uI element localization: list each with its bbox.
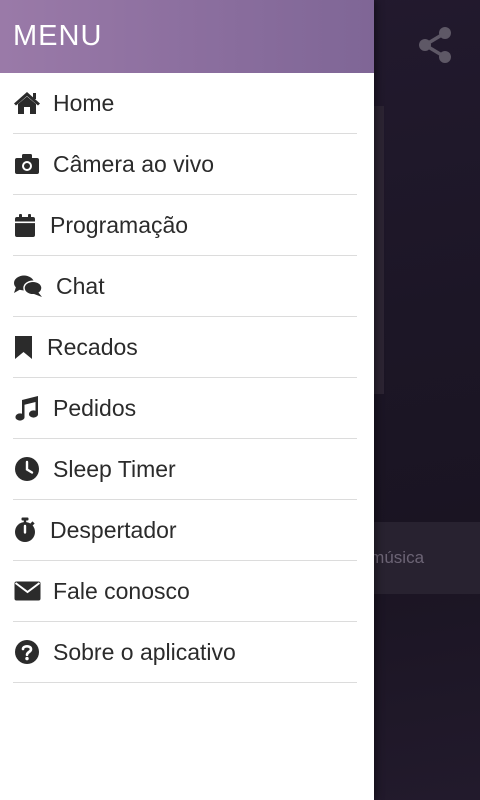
drawer-title: MENU — [13, 20, 103, 52]
share-icon — [418, 26, 452, 69]
bookmark-icon — [13, 333, 33, 361]
share-button[interactable] — [414, 26, 456, 68]
question-icon — [13, 638, 41, 666]
menu-list: Home Câmera ao vivo Programação Chat Rec… — [0, 73, 374, 683]
menu-item-label: Sobre o aplicativo — [53, 638, 236, 665]
menu-item-camera[interactable]: Câmera ao vivo — [13, 134, 357, 195]
background-panel — [374, 106, 384, 394]
calendar-icon — [13, 211, 37, 239]
menu-item-about[interactable]: Sobre o aplicativo — [13, 622, 357, 683]
menu-item-label: Chat — [56, 272, 105, 299]
menu-item-label: Pedidos — [53, 394, 137, 421]
background-song-strip: a música — [374, 522, 480, 594]
menu-item-alarm[interactable]: Despertador — [13, 500, 357, 561]
clock-icon — [13, 455, 41, 483]
chat-icon — [13, 272, 43, 300]
home-icon — [13, 89, 41, 117]
menu-item-sleep-timer[interactable]: Sleep Timer — [13, 439, 357, 500]
drawer-header: MENU — [0, 0, 374, 73]
menu-item-label: Fale conosco — [53, 577, 190, 604]
menu-item-label: Despertador — [50, 516, 177, 543]
menu-item-label: Programação — [50, 211, 189, 238]
menu-item-label: Sleep Timer — [53, 455, 176, 482]
menu-item-label: Home — [53, 89, 115, 116]
app-screen: a música MENU Home — [0, 0, 480, 800]
menu-item-contact[interactable]: Fale conosco — [13, 561, 357, 622]
menu-item-chat[interactable]: Chat — [13, 256, 357, 317]
menu-item-home[interactable]: Home — [13, 73, 357, 134]
stopwatch-icon — [13, 516, 37, 544]
music-icon — [13, 394, 41, 422]
camera-icon — [13, 150, 41, 178]
navigation-drawer: MENU Home Câmera ao vivo Programação Cha… — [0, 0, 374, 800]
menu-item-messages[interactable]: Recados — [13, 317, 357, 378]
menu-item-requests[interactable]: Pedidos — [13, 378, 357, 439]
menu-item-label: Câmera ao vivo — [53, 150, 215, 177]
menu-item-schedule[interactable]: Programação — [13, 195, 357, 256]
envelope-icon — [13, 577, 41, 605]
menu-item-label: Recados — [47, 333, 138, 360]
